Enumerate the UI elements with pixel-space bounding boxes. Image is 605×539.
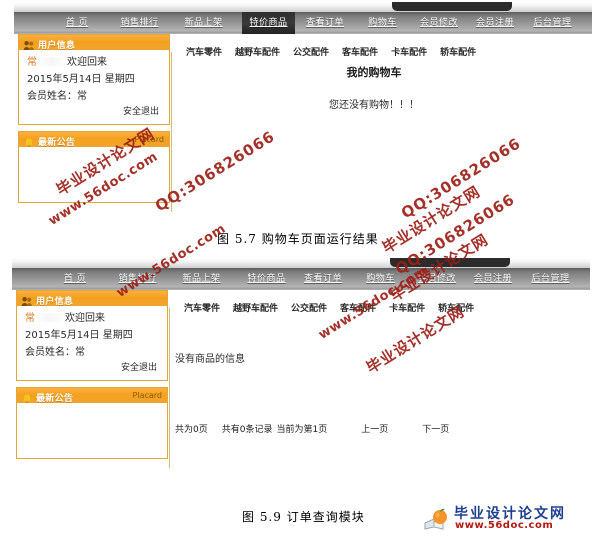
nav-shopping-cart[interactable]: 购物车 xyxy=(361,12,404,34)
nav-home[interactable]: 首 页 xyxy=(54,12,100,34)
nav-admin[interactable]: 后台管理 xyxy=(524,268,577,290)
bell-icon xyxy=(23,135,35,147)
nav-view-orders[interactable]: 查看订单 xyxy=(298,268,348,290)
browser-chrome-strip xyxy=(14,2,592,12)
member-name: 会员姓名：常 xyxy=(27,91,87,102)
nav-member-register[interactable]: 会员注册 xyxy=(468,268,518,290)
subnav-item-3[interactable]: 客车配件 xyxy=(340,301,376,314)
nav-special-offers[interactable]: 特价商品 xyxy=(242,12,295,34)
subnav-item-5[interactable]: 轿车配件 xyxy=(440,45,476,58)
subnav-item-0[interactable]: 汽车零件 xyxy=(184,301,220,314)
subnav-item-2[interactable]: 公交配件 xyxy=(293,45,329,58)
content-divider xyxy=(169,308,170,468)
nav-new-arrivals[interactable]: 新品上架 xyxy=(175,268,228,290)
chrome-dark-tab xyxy=(390,258,510,267)
nav-member-register[interactable]: 会员注册 xyxy=(470,12,520,34)
pager-total-pages: 共为0页 xyxy=(175,425,208,435)
main-navigation-bar: 首 页销售排行 新品上架 特价商品 查看订单 购物车 会员修改 会员注册 后台管理 xyxy=(14,12,592,34)
placard-panel-header: 最新公告 Placard xyxy=(18,131,170,147)
nav-home[interactable]: 首 页 xyxy=(52,268,98,290)
subnav-item-3[interactable]: 客车配件 xyxy=(342,45,378,58)
welcome-line: 常 欢迎回来 xyxy=(27,54,161,71)
browser-chrome-strip xyxy=(12,258,590,268)
nav-shopping-cart[interactable]: 购物车 xyxy=(359,268,402,290)
screenshot-order-query: 首 页销售排行 新品上架 特价商品 查看订单 购物车 会员修改 会员注册 后台管理 汽车零件越… xyxy=(12,258,590,478)
cart-empty-message: 您还没有购物！！！ xyxy=(329,100,419,111)
chrome-dark-tab xyxy=(392,2,512,11)
current-date: 2015年5月14日 星期四 xyxy=(25,330,133,341)
welcome-line: 常 欢迎回来 xyxy=(25,310,159,327)
figure-caption-5-9: 图 5.9 订单查询模块 xyxy=(242,510,365,524)
subnav-item-5[interactable]: 轿车配件 xyxy=(438,301,474,314)
subnav-item-1[interactable]: 越野车配件 xyxy=(235,45,280,58)
placard-panel-title: 最新公告 xyxy=(38,138,76,147)
user-icon xyxy=(23,38,35,50)
no-goods-message: 没有商品的信息 xyxy=(175,354,245,365)
screenshot-shopping-cart: 首 页销售排行 新品上架 特价商品 查看订单 购物车 会员修改 会员注册 后台管理 汽车零件越… xyxy=(14,2,592,218)
user-icon xyxy=(21,294,33,306)
placard-panel-title: 最新公告 xyxy=(36,394,74,403)
pagination: 共为0页 共有0条记录 当前为第1页 上一页 下一页 xyxy=(175,422,463,435)
placard-panel-right-label: Placard xyxy=(132,391,162,400)
subnav-item-4[interactable]: 卡车配件 xyxy=(389,301,425,314)
nav-member-edit[interactable]: 会员修改 xyxy=(412,268,462,290)
redacted-name xyxy=(37,57,67,66)
welcome-username: 常 xyxy=(25,313,35,324)
placard-panel-right-label: Placard xyxy=(134,135,164,144)
nav-sales-rank[interactable]: 销售排行 xyxy=(113,12,166,34)
main-navigation-items: 首 页销售排行 新品上架 特价商品 查看订单 购物车 会员修改 会员注册 后台管理 xyxy=(12,268,590,290)
subnav-item-1[interactable]: 越野车配件 xyxy=(233,301,278,314)
user-info-panel-title: 用户信息 xyxy=(36,297,74,306)
category-subnav: 汽车零件 越野车配件 公交配件 客车配件 卡车配件 轿车配件 xyxy=(184,296,487,314)
sidebar: 用户信息 常 欢迎回来 2015年5月14日 星期四 会员姓名：常 安全退出 最新… xyxy=(16,290,168,459)
nav-sales-rank[interactable]: 销售排行 xyxy=(111,268,164,290)
welcome-text: 欢迎回来 xyxy=(67,57,107,68)
user-info-panel: 用户信息 常 欢迎回来 2015年5月14日 星期四 会员姓名：常 安全退出 xyxy=(16,290,168,381)
subnav-item-2[interactable]: 公交配件 xyxy=(291,301,327,314)
user-info-panel-body: 常 欢迎回来 2015年5月14日 星期四 会员姓名：常 安全退出 xyxy=(16,306,168,381)
user-info-panel-title: 用户信息 xyxy=(38,41,76,50)
member-name: 会员姓名：常 xyxy=(25,347,85,358)
user-info-panel-header: 用户信息 xyxy=(18,34,170,50)
category-subnav: 汽车零件 越野车配件 公交配件 客车配件 卡车配件 轿车配件 xyxy=(186,40,489,58)
logout-link[interactable]: 安全退出 xyxy=(25,361,159,376)
welcome-username: 常 xyxy=(27,57,37,68)
nav-view-orders[interactable]: 查看订单 xyxy=(300,12,350,34)
bell-icon xyxy=(21,391,33,403)
site-logo: 毕业设计论文网 www.56doc.com xyxy=(424,503,579,535)
nav-special-offers[interactable]: 特价商品 xyxy=(240,268,293,290)
nav-new-arrivals[interactable]: 新品上架 xyxy=(177,12,230,34)
nav-member-edit[interactable]: 会员修改 xyxy=(414,12,464,34)
figure-caption-5-7: 图 5.7 购物车页面运行结果 xyxy=(217,232,379,246)
user-info-panel-body: 常 欢迎回来 2015年5月14日 星期四 会员姓名：常 安全退出 xyxy=(18,50,170,125)
main-navigation-items: 首 页销售排行 新品上架 特价商品 查看订单 购物车 会员修改 会员注册 后台管理 xyxy=(14,12,592,34)
pager-total-records: 共有0条记录 xyxy=(221,425,273,435)
placard-panel: 最新公告 Placard xyxy=(18,131,170,203)
main-navigation-bar: 首 页销售排行 新品上架 特价商品 查看订单 购物车 会员修改 会员注册 后台管理 xyxy=(12,268,590,290)
nav-admin[interactable]: 后台管理 xyxy=(526,12,579,34)
current-date: 2015年5月14日 星期四 xyxy=(27,74,135,85)
pager-prev-button[interactable]: 上一页 xyxy=(361,425,388,435)
sidebar: 用户信息 常 欢迎回来 2015年5月14日 星期四 会员姓名：常 安全退出 最新… xyxy=(18,34,170,203)
peach-book-logo-icon xyxy=(424,507,450,531)
order-content: 没有商品的信息 xyxy=(175,350,575,365)
pager-current-page: 当前为第1页 xyxy=(276,425,328,435)
cart-content: 我的购物车 您还没有购物！！！ xyxy=(174,64,574,111)
site-logo-url: www.56doc.com xyxy=(455,520,554,531)
screenshot-page: 首 页销售排行 新品上架 特价商品 查看订单 购物车 会员修改 会员注册 后台管理 汽车零件越… xyxy=(0,0,605,539)
redacted-name xyxy=(35,313,65,322)
welcome-text: 欢迎回来 xyxy=(65,313,105,324)
content-divider xyxy=(171,52,172,212)
logout-link[interactable]: 安全退出 xyxy=(27,105,161,120)
pager-next-button[interactable]: 下一页 xyxy=(422,425,449,435)
placard-panel-header: 最新公告 Placard xyxy=(16,387,168,403)
user-info-panel-header: 用户信息 xyxy=(16,290,168,306)
placard-panel-body xyxy=(18,147,170,203)
placard-panel-body xyxy=(16,403,168,459)
subnav-item-4[interactable]: 卡车配件 xyxy=(391,45,427,58)
cart-title: 我的购物车 xyxy=(346,66,402,79)
placard-panel: 最新公告 Placard xyxy=(16,387,168,459)
user-info-panel: 用户信息 常 欢迎回来 2015年5月14日 星期四 会员姓名：常 安全退出 xyxy=(18,34,170,125)
subnav-item-0[interactable]: 汽车零件 xyxy=(186,45,222,58)
